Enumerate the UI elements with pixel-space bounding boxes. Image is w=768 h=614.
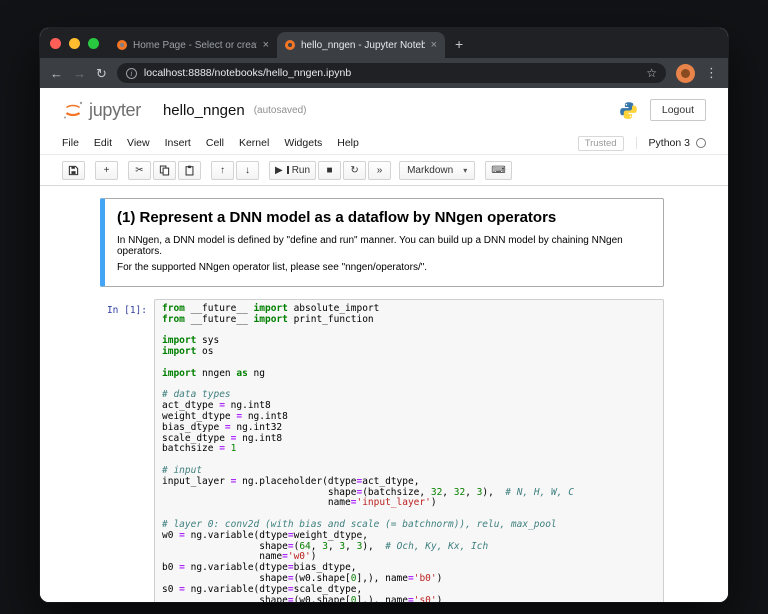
markdown-paragraph: For the supported NNgen operator list, p… <box>117 262 651 273</box>
cell-type-select[interactable]: Markdown ▾ <box>399 161 475 180</box>
menu-help[interactable]: Help <box>337 137 359 149</box>
browser-menu-icon[interactable]: ⋮ <box>705 65 718 81</box>
browser-toolbar: ← → ↻ i localhost:8888/notebooks/hello_n… <box>40 58 728 88</box>
menu-edit[interactable]: Edit <box>94 137 112 149</box>
browser-tab-strip: Home Page - Select or create × hello_nng… <box>40 28 728 58</box>
chevron-down-icon: ▾ <box>463 166 467 175</box>
save-button[interactable] <box>62 161 85 180</box>
interrupt-kernel-button[interactable]: ■ <box>318 161 341 180</box>
run-icon: ▶ <box>275 165 283 176</box>
url-text: localhost:8888/notebooks/hello_nngen.ipy… <box>144 67 639 79</box>
run-label: Run <box>292 165 310 176</box>
notebook-menubar: File Edit View Insert Cell Kernel Widget… <box>40 132 728 155</box>
move-cell-down-button[interactable]: ↓ <box>236 161 259 180</box>
forward-icon[interactable]: → <box>73 67 86 80</box>
browser-window: Home Page - Select or create × hello_nng… <box>40 28 728 602</box>
address-bar[interactable]: i localhost:8888/notebooks/hello_nngen.i… <box>117 63 666 83</box>
new-tab-button[interactable]: + <box>455 36 463 58</box>
move-cell-up-button[interactable]: ↑ <box>211 161 234 180</box>
markdown-paragraph: In NNgen, a DNN model is defined by "def… <box>117 235 651 257</box>
menu-widgets[interactable]: Widgets <box>284 137 322 149</box>
menu-insert[interactable]: Insert <box>165 137 191 149</box>
notebook-cells-area: (1) Represent a DNN model as a dataflow … <box>40 186 728 602</box>
code-editor[interactable]: from __future__ import absolute_importfr… <box>154 299 664 602</box>
notebook-header: jupyter hello_nngen (autosaved) Logout <box>40 88 728 132</box>
code-lines: from __future__ import absolute_importfr… <box>162 304 656 602</box>
jupyter-logo-icon <box>62 99 84 121</box>
tab-hello-nngen[interactable]: hello_nngen - Jupyter Noteboo × <box>277 32 445 58</box>
markdown-heading: (1) Represent a DNN model as a dataflow … <box>117 209 651 226</box>
tab-close-icon[interactable]: × <box>263 39 269 51</box>
jupyter-favicon <box>285 40 295 50</box>
profile-avatar[interactable] <box>676 64 695 83</box>
tab-close-icon[interactable]: × <box>431 39 437 51</box>
jupyter-page: jupyter hello_nngen (autosaved) Logout F… <box>40 88 728 602</box>
cut-icon: ✂ <box>135 165 143 176</box>
menu-kernel[interactable]: Kernel <box>239 137 269 149</box>
kernel-indicator: Python 3 <box>636 137 706 149</box>
menu-cell[interactable]: Cell <box>206 137 224 149</box>
jupyter-wordmark: jupyter <box>89 100 141 121</box>
cell-type-value: Markdown <box>407 165 453 176</box>
notebook-title[interactable]: hello_nngen <box>163 102 245 119</box>
run-step-bar <box>287 166 289 174</box>
kernel-name: Python 3 <box>649 137 690 149</box>
plus-icon: + <box>104 165 110 176</box>
restart-icon: ↻ <box>350 165 358 176</box>
jupyter-favicon <box>117 40 127 50</box>
run-cell-button[interactable]: ▶ Run <box>269 161 316 180</box>
add-cell-button[interactable]: + <box>95 161 118 180</box>
bookmark-star-icon[interactable]: ☆ <box>646 66 657 80</box>
copy-icon <box>159 165 170 176</box>
tab-home-page[interactable]: Home Page - Select or create × <box>109 32 277 58</box>
stop-icon: ■ <box>327 165 333 176</box>
input-prompt: In [1]: <box>100 299 154 602</box>
restart-run-all-button[interactable]: » <box>368 161 391 180</box>
back-icon[interactable]: ← <box>50 67 63 80</box>
restart-kernel-button[interactable]: ↻ <box>343 161 366 180</box>
tab-title: hello_nngen - Jupyter Noteboo <box>301 40 425 51</box>
site-info-icon[interactable]: i <box>126 68 137 79</box>
paste-icon <box>184 165 195 176</box>
cut-cell-button[interactable]: ✂ <box>128 161 151 180</box>
command-palette-button[interactable]: ⌨ <box>485 161 511 180</box>
code-cell: In [1]: from __future__ import absolute_… <box>100 299 664 602</box>
copy-cell-button[interactable] <box>153 161 176 180</box>
paste-cell-button[interactable] <box>178 161 201 180</box>
zoom-window-button[interactable] <box>88 38 99 49</box>
arrow-down-icon: ↓ <box>245 165 250 176</box>
notebook-toolbar: + ✂ ↑ ↓ ▶ Run ■ <box>40 155 728 186</box>
markdown-cell[interactable]: (1) Represent a DNN model as a dataflow … <box>100 198 664 287</box>
tab-title: Home Page - Select or create <box>133 40 257 51</box>
minimize-window-button[interactable] <box>69 38 80 49</box>
close-window-button[interactable] <box>50 38 61 49</box>
arrow-up-icon: ↑ <box>220 165 225 176</box>
menu-file[interactable]: File <box>62 137 79 149</box>
trusted-badge[interactable]: Trusted <box>578 136 624 151</box>
refresh-icon[interactable]: ↻ <box>96 67 107 80</box>
keyboard-icon: ⌨ <box>491 165 505 176</box>
save-icon <box>68 165 79 176</box>
window-controls <box>50 28 99 58</box>
jupyter-logo[interactable]: jupyter <box>62 99 141 121</box>
python-logo-icon <box>619 101 638 120</box>
fast-forward-icon: » <box>377 165 383 176</box>
logout-button[interactable]: Logout <box>650 99 706 121</box>
kernel-idle-icon <box>696 138 706 148</box>
autosave-status: (autosaved) <box>254 105 307 116</box>
menu-view[interactable]: View <box>127 137 150 149</box>
